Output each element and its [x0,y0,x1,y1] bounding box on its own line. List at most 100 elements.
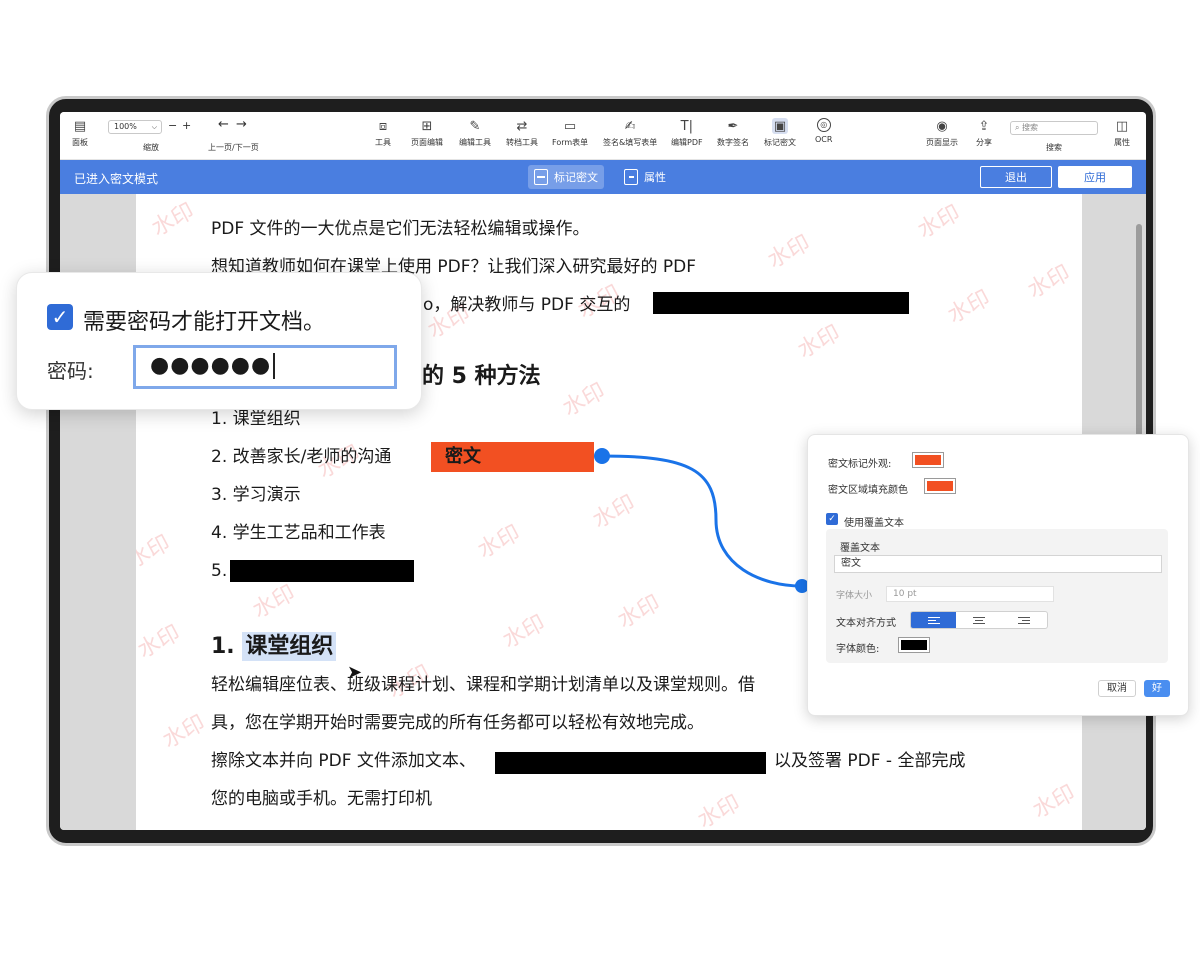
sign-fill-button[interactable]: ✍ 签名&填写表单 [603,118,657,148]
document-gear-icon [624,169,638,185]
watermark: 水印 [1028,780,1080,824]
paragraph-line: 具，您在学期开始时需要完成的所有任务都可以轻松有效地完成。 [211,713,704,733]
apply-button[interactable]: 应用 [1058,166,1132,188]
scrollbar-thumb[interactable] [1136,224,1142,444]
edit-tools-button[interactable]: ✎ 编辑工具 [459,118,491,148]
edit-tools-label: 编辑工具 [459,138,491,147]
watermark: 水印 [136,620,185,664]
tab-mark-redaction[interactable]: 标记密文 [528,165,604,189]
section-heading-classroom: 1. 课堂组织 [211,628,337,661]
watermark: 水印 [943,285,995,329]
ocr-label: OCR [815,135,833,144]
watermark: 水印 [793,320,845,364]
paragraph-line: o，解决教师与 PDF 交互的 [423,295,631,315]
search-icon: ⌕ [1015,123,1020,132]
page-display-button[interactable]: ◉ 页面显示 [926,118,958,148]
overlay-text-label: 覆盖文本 [840,543,880,554]
share-label: 分享 [976,138,992,147]
paragraph-line: 以及签署 PDF - 全部完成 [774,751,966,771]
watermark: 水印 [158,710,210,754]
mark-color-swatch[interactable] [912,452,944,468]
require-password-label: 需要密码才能打开文档。 [83,310,326,335]
form-button[interactable]: ▭ Form表单 [552,118,588,148]
convert-button[interactable]: ⇄ 转档工具 [506,118,538,148]
page-edit-label: 页面编辑 [411,138,443,147]
properties-button[interactable]: ◫ 属性 [1114,118,1130,148]
form-label: Form表单 [552,138,589,147]
font-color-swatch[interactable] [898,637,930,653]
ok-button[interactable]: 好 [1144,680,1170,697]
watermark: 水印 [588,490,640,534]
overlay-settings: 覆盖文本 密文 字体大小 10 pt 文本对齐方式 字体颜色: [826,529,1168,663]
panel-icon: ▤ [73,118,87,134]
use-overlay-label: 使用覆盖文本 [844,518,904,529]
redact-tool-label: 标记密文 [764,138,796,147]
paragraph-line: 擦除文本并向 PDF 文件添加文本、 [211,751,476,771]
exit-button[interactable]: 退出 [980,166,1052,188]
toolbox-icon: ⧈ [378,118,388,134]
list-item: 1. 课堂组织 [211,409,301,429]
use-overlay-checkbox[interactable]: ✓ [826,513,838,525]
convert-label: 转档工具 [506,138,538,147]
watermark: 水印 [693,790,745,830]
fill-color-swatch[interactable] [924,478,956,494]
font-color-fill [901,640,927,650]
cancel-button[interactable]: 取消 [1098,680,1136,697]
tools-button[interactable]: ⧈ 工具 [375,118,391,148]
share-icon: ⇪ [978,118,990,134]
edit-pdf-button[interactable]: T| 编辑PDF [671,118,703,148]
properties-label: 属性 [1114,138,1130,147]
paragraph-line: 轻松编辑座位表、班级课程计划、课程和学期计划清单以及课堂规则。借 [211,675,755,695]
watermark: 水印 [136,530,175,574]
zoom-select[interactable]: 100% ⌵ [108,120,162,134]
next-page-icon[interactable]: → [236,117,247,132]
tools-label: 工具 [375,138,391,147]
sign-form-icon: ✍ [624,118,636,134]
search-placeholder: 搜索 [1022,123,1039,132]
grid-icon: ⊞ [421,118,433,134]
overlay-text-input[interactable]: 密文 [834,555,1162,573]
text-align-group [910,611,1048,629]
digital-sign-button[interactable]: ✒ 数字签名 [717,118,749,148]
form-icon: ▭ [563,118,577,134]
zoom-label: 缩放 [143,143,159,152]
align-left-icon[interactable] [911,612,957,628]
page-edit-button[interactable]: ⊞ 页面编辑 [411,118,443,148]
redact-icon: ▣ [772,118,788,134]
ocr-button[interactable]: ◎ OCR [815,118,832,144]
mark-appearance-label: 密文标记外观: [828,459,892,470]
watermark: 水印 [763,230,815,274]
redaction-box[interactable] [653,292,909,314]
password-input[interactable]: ●●●●●● [133,345,397,389]
text-cursor-icon: T| [680,118,693,134]
zoom-in-button[interactable]: + [182,119,191,132]
password-field-label: 密码: [47,359,94,383]
prev-page-icon[interactable]: ← [218,117,229,132]
search-input[interactable]: ⌕ 搜索 [1010,121,1098,135]
sign-fill-label: 签名&填写表单 [603,138,658,147]
edit-icon: ✎ [469,118,481,134]
tab-properties[interactable]: 属性 [618,165,672,189]
font-color-label: 字体颜色: [836,644,880,655]
search-label: 搜索 [1046,143,1062,152]
align-center-icon[interactable] [956,612,1001,628]
redaction-box[interactable] [495,752,766,774]
watermark: 水印 [913,200,965,244]
sidebar-right-icon: ◫ [1115,118,1129,134]
panel-button[interactable]: ▤ 面板 [72,118,88,148]
fill-color-fill [927,481,953,491]
selected-heading-text[interactable]: 课堂组织 [242,632,337,661]
list-item: 3. 学习演示 [211,485,301,505]
require-password-checkbox[interactable]: ✓ [47,304,73,330]
redaction-box[interactable] [230,560,414,582]
redact-tool-button[interactable]: ▣ 标记密文 [764,118,796,148]
text-caret [273,353,275,379]
align-right-icon[interactable] [1002,612,1047,628]
digital-sign-label: 数字签名 [717,138,749,147]
share-button[interactable]: ⇪ 分享 [976,118,992,148]
cipher-marker[interactable]: 密文 [431,442,594,472]
font-size-input[interactable]: 10 pt [886,586,1054,602]
mark-color-fill [915,455,941,465]
zoom-out-button[interactable]: − [168,119,177,132]
watermark: 水印 [147,198,199,242]
